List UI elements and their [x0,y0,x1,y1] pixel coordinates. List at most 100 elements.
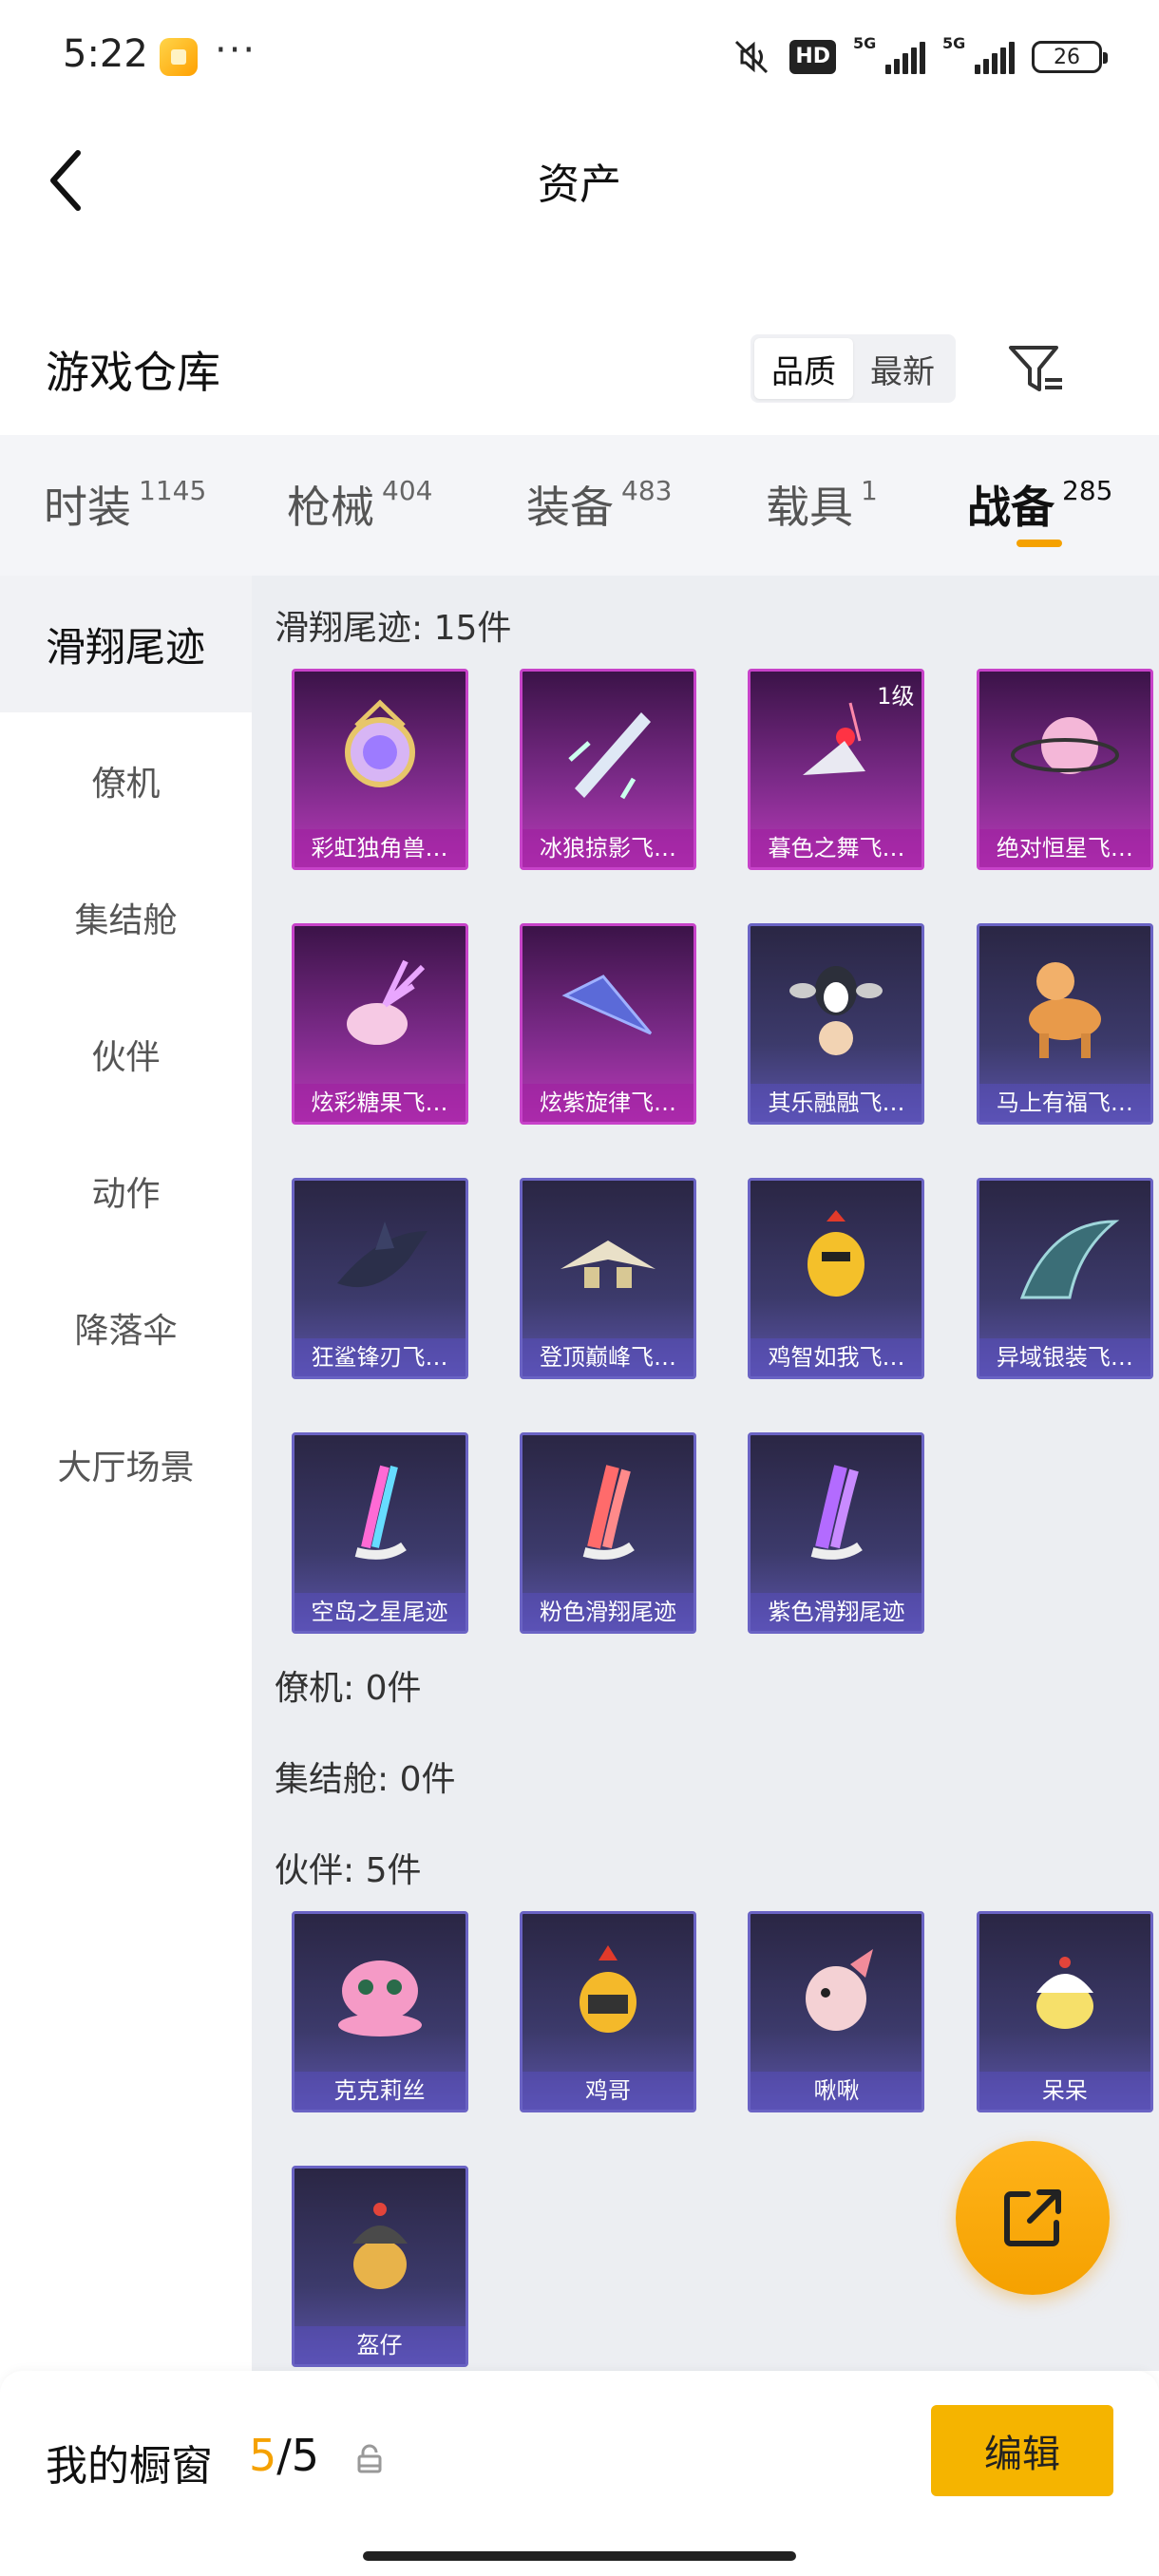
group-label-pod: 集结舱: 0件 [275,1760,456,1799]
external-share-icon [1004,2189,1061,2246]
item-name: 空岛之星尾迹 [294,1593,466,1631]
top-nav: 资产 [0,114,1159,237]
chick-icon [979,1914,1150,2072]
edit-button[interactable]: 编辑 [931,2405,1113,2496]
item-card[interactable]: 紫色滑翔尾迹 [748,1432,925,1634]
tab-label: 时装 [44,482,131,533]
tab-vehicles[interactable]: 载具 1 [766,473,878,536]
sidebar-item-glide-trail[interactable]: 滑翔尾迹 [0,576,252,712]
item-name: 其乐融融飞… [750,1084,922,1122]
showcase-bar: 我的橱窗 5/5 编辑 [0,2371,1159,2576]
item-card[interactable]: 克克莉丝 [291,1911,468,2112]
item-name: 炫紫旋律飞… [522,1084,694,1122]
item-card[interactable]: 马上有福飞… [976,923,1153,1125]
item-grid-panel: 滑翔尾迹: 15件 彩虹独角兽… 冰狼掠影飞… 1级 暮色之舞飞… 绝对恒星飞… 炫彩糖果… [252,576,1159,2371]
more-notifications-icon: ··· [215,28,257,72]
tab-battle-prep[interactable]: 战备 285 [967,473,1112,536]
item-name: 冰狼掠影飞… [522,829,694,867]
showcase-separator: / [276,2430,292,2481]
sort-by-newest[interactable]: 最新 [853,338,952,399]
sidebar-item-wingman[interactable]: 僚机 [0,712,252,849]
item-name: 马上有福飞… [978,1084,1150,1122]
tab-count: 1145 [139,475,207,506]
status-time: 5:22 [63,32,148,76]
notification-app-icon [160,38,198,76]
candy-icon [294,926,466,1084]
signal-5g-icon: 5G [853,34,925,74]
item-card[interactable]: 狂鲨锋刃飞… [291,1178,468,1379]
tab-guns[interactable]: 枪械 404 [287,473,432,536]
group-label-wingman: 僚机: 0件 [275,1669,422,1708]
sidebar-item-parachute[interactable]: 降落伞 [0,1260,252,1396]
item-card[interactable]: 彩虹独角兽… [291,669,468,870]
item-name: 啾啾 [750,2072,922,2110]
item-name: 异域银装飞… [978,1338,1150,1376]
item-name: 炫彩糖果飞… [294,1084,466,1122]
tab-label: 载具 [766,482,853,533]
lock-icon [357,2444,382,2473]
sort-by-quality[interactable]: 品质 [754,338,853,399]
item-name: 紫色滑翔尾迹 [750,1593,922,1631]
item-name: 盔仔 [294,2326,466,2364]
sidebar-item-emote[interactable]: 动作 [0,1123,252,1260]
item-level-badge: 1级 [877,683,915,710]
showcase-label: 我的橱窗 [46,2442,213,2491]
tab-label: 枪械 [287,482,374,533]
purple-smoke-icon [750,1435,922,1593]
item-card[interactable]: 冰狼掠影飞… [519,669,696,870]
tab-equipment[interactable]: 装备 483 [526,473,672,536]
hd-voice-icon: HD [789,40,836,74]
item-card[interactable]: 呆呆 [976,1911,1153,2112]
item-card[interactable]: 绝对恒星飞… [976,669,1153,870]
group-label-partner: 伙伴: 5件 [275,1851,422,1890]
battery-level: 26 [1054,45,1080,69]
item-card[interactable]: 登顶巅峰飞… [519,1178,696,1379]
showcase-max: 5 [291,2430,320,2481]
ice-wing-icon [522,672,694,829]
item-card[interactable]: 异域银装飞… [976,1178,1153,1379]
item-card[interactable]: 粉色滑翔尾迹 [519,1432,696,1634]
tab-count: 285 [1062,475,1113,506]
showcase-count: 5/5 [249,2430,319,2481]
item-name: 绝对恒星飞… [978,829,1150,867]
sidebar-item-partner[interactable]: 伙伴 [0,986,252,1123]
octopus-icon [294,1914,466,2072]
mute-vibrate-icon [735,40,769,74]
tab-label: 战备 [967,482,1054,533]
pink-smoke-icon [522,1435,694,1593]
showcase-current: 5 [249,2430,277,2481]
warehouse-header: 游戏仓库 品质 最新 [0,313,1159,427]
tab-fashion[interactable]: 时装 1145 [44,473,206,536]
active-tab-indicator [1016,540,1062,547]
tab-label: 装备 [526,482,614,533]
item-card[interactable]: 鸡智如我飞… [748,1178,925,1379]
chicken-icon [750,1181,922,1338]
share-button[interactable] [956,2141,1110,2295]
sidebar-item-lobby-scene[interactable]: 大厅场景 [0,1396,252,1533]
item-card[interactable]: 空岛之星尾迹 [291,1432,468,1634]
jet-icon [522,1181,694,1338]
item-card[interactable]: 其乐融融飞… [748,923,925,1125]
rooster-icon [522,1914,694,2072]
item-name: 彩虹独角兽… [294,829,466,867]
item-name: 狂鲨锋刃飞… [294,1338,466,1376]
sidebar-item-pod[interactable]: 集结舱 [0,849,252,986]
status-bar: 5:22 ··· HD 5G 5G 26 [0,0,1159,114]
pink-bird-icon [750,1914,922,2072]
item-card[interactable]: 盔仔 [291,2166,468,2367]
signal-5g-icon: 5G [942,34,1015,74]
item-card[interactable]: 炫彩糖果飞… [291,923,468,1125]
item-name: 鸡哥 [522,2072,694,2110]
warehouse-title: 游戏仓库 [46,347,220,398]
item-name: 鸡智如我飞… [750,1338,922,1376]
item-card[interactable]: 鸡哥 [519,1911,696,2112]
silver-wing-icon [979,1181,1150,1338]
item-card[interactable]: 炫紫旋律飞… [519,923,696,1125]
filter-icon[interactable] [1003,336,1070,403]
item-name: 登顶巅峰飞… [522,1338,694,1376]
tab-count: 483 [621,475,673,506]
item-card[interactable]: 1级 暮色之舞飞… [748,669,925,870]
item-card[interactable]: 啾啾 [748,1911,925,2112]
planet-icon [979,672,1150,829]
rainbow-smoke-icon [294,1435,466,1593]
